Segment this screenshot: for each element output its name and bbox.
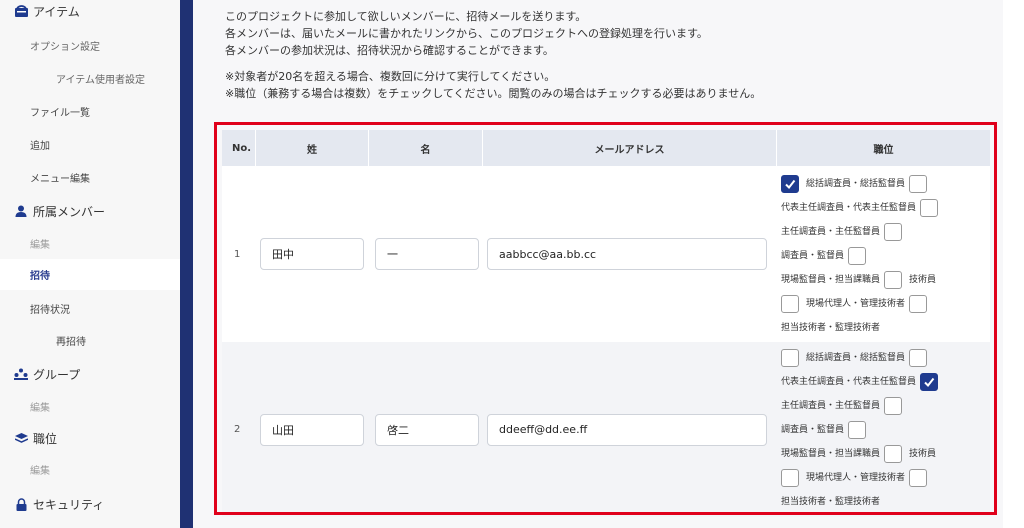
sidebar-item-label: アイテム (33, 4, 80, 19)
description-note: ※職位（兼務する場合は複数）をチェックしてください。閲覧のみの場合はチェックする… (225, 87, 762, 100)
item-icon (14, 4, 28, 18)
sidebar-item-option-settings[interactable]: オプション設定 (0, 31, 180, 59)
sidebar-item-label: セキュリティ (33, 497, 105, 512)
sidebar: アイテム オプション設定 アイテム使用者設定 ファイル一覧 追加 メニュー編集 … (0, 0, 180, 528)
sidebar-item-group-edit[interactable]: 編集 (0, 392, 180, 420)
description-line: 各メンバーは、届いたメールに書かれたリンクから、このプロジェクトへの登録処理を行… (225, 27, 708, 40)
sidebar-item-security[interactable]: セキュリティ (0, 490, 180, 518)
sidebar-item-label: 招待状況 (30, 304, 70, 316)
sidebar-item-item[interactable]: アイテム (0, 0, 180, 22)
sidebar-item-label: 追加 (30, 140, 50, 152)
sidebar-item-group[interactable]: グループ (0, 360, 180, 388)
sidebar-item-add[interactable]: 追加 (0, 130, 180, 158)
sidebar-item-label: 招待 (30, 271, 50, 282)
sidebar-item-position[interactable]: 職位 (0, 424, 180, 452)
person-icon (14, 204, 28, 218)
sidebar-item-label: オプション設定 (30, 41, 100, 53)
sidebar-item-label: メニュー編集 (30, 173, 90, 185)
sidebar-item-item-users[interactable]: アイテム使用者設定 (0, 64, 180, 92)
sidebar-divider-strip (180, 0, 193, 528)
description-line: 各メンバーの参加状況は、招待状況から確認することができます。 (225, 44, 554, 57)
sidebar-item-label: 編集 (30, 239, 50, 251)
sidebar-item-position-edit[interactable]: 編集 (0, 455, 180, 483)
sidebar-item-label: 編集 (30, 402, 50, 414)
sidebar-item-label: グループ (33, 367, 81, 382)
invite-description: このプロジェクトに参加して欲しいメンバーに、招待メールを送ります。 各メンバーは… (225, 8, 761, 102)
description-note: ※対象者が20名を超える場合、複数回に分けて実行してください。 (225, 70, 556, 83)
sidebar-item-members[interactable]: 所属メンバー (0, 197, 180, 225)
layers-icon (14, 431, 28, 445)
sidebar-item-label: ファイル一覧 (30, 107, 90, 119)
sidebar-item-members-edit[interactable]: 編集 (0, 229, 180, 257)
sidebar-item-invite-status[interactable]: 招待状況 (0, 294, 180, 322)
sidebar-item-file-list[interactable]: ファイル一覧 (0, 97, 180, 125)
description-line: このプロジェクトに参加して欲しいメンバーに、招待メールを送ります。 (225, 10, 587, 23)
highlight-annotation-box (214, 122, 997, 515)
group-icon (14, 367, 28, 381)
sidebar-item-label: 職位 (33, 431, 58, 446)
sidebar-item-menu-edit[interactable]: メニュー編集 (0, 163, 180, 191)
sidebar-item-label: 所属メンバー (33, 204, 106, 219)
sidebar-item-invite[interactable]: 招待 (0, 259, 180, 290)
sidebar-item-reinvite[interactable]: 再招待 (0, 326, 180, 354)
sidebar-item-label: 編集 (30, 465, 50, 477)
lock-icon (14, 497, 28, 511)
sidebar-item-label: アイテム使用者設定 (56, 74, 145, 86)
sidebar-item-label: 再招待 (56, 336, 86, 348)
